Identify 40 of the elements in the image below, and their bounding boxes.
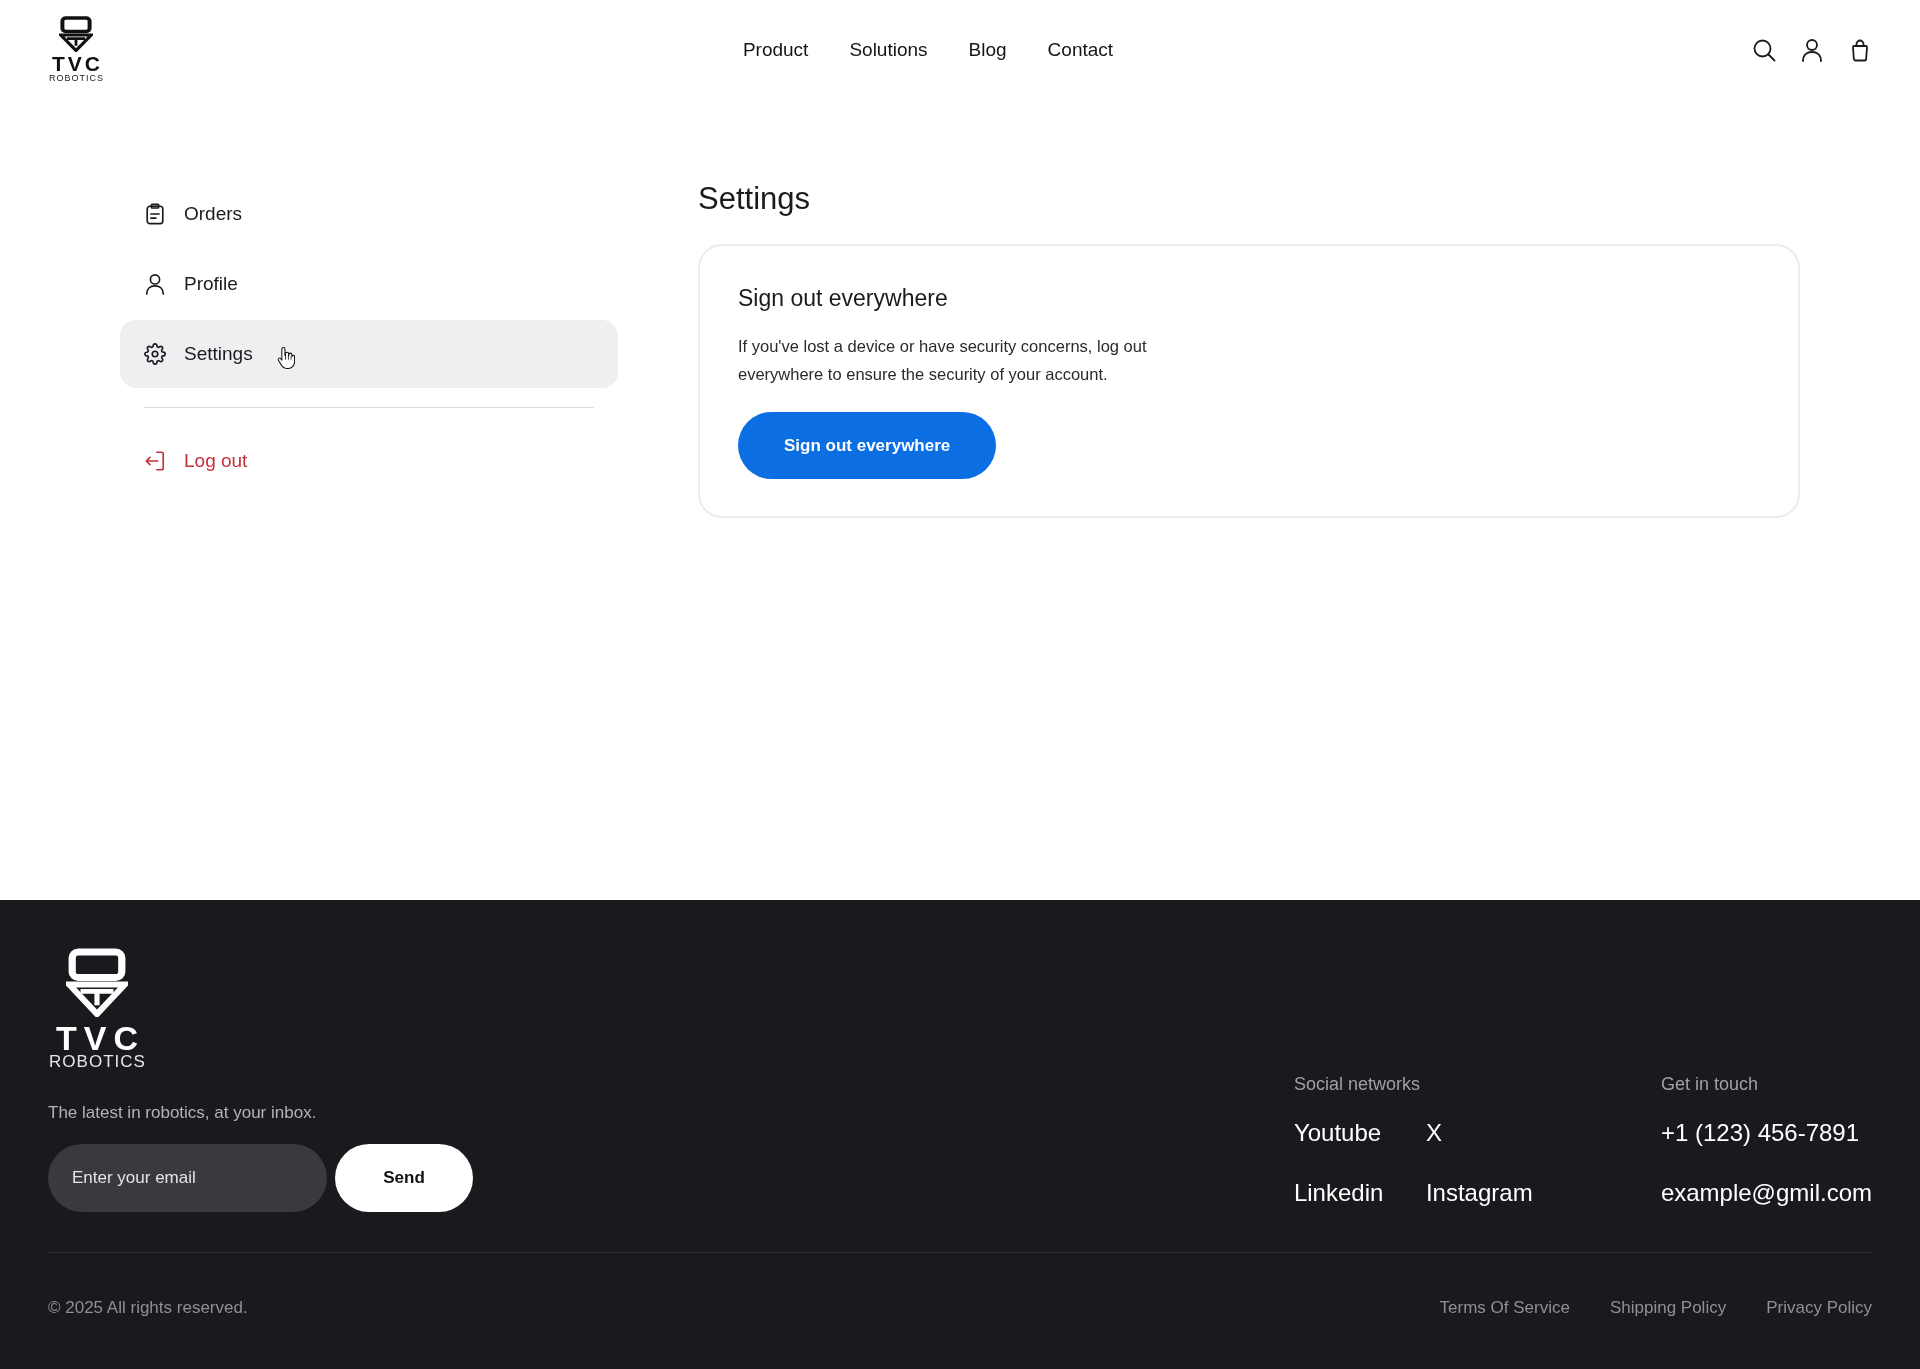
sidebar-item[interactable]: Orders	[120, 180, 618, 248]
page-title: Settings	[698, 180, 811, 217]
legal-link[interactable]: Terms Of Service	[1439, 1296, 1570, 1320]
clipboard-icon	[144, 203, 166, 225]
social-link[interactable]: Youtube	[1293, 1118, 1426, 1148]
gear-icon	[144, 343, 166, 365]
email-field[interactable]: Enter your email	[48, 1144, 327, 1212]
nav-link[interactable]: Solutions	[849, 38, 928, 62]
social-link[interactable]: Instagram	[1425, 1178, 1661, 1208]
card-title: Sign out everywhere	[738, 284, 949, 312]
copyright-text: © 2025 All rights reserved.	[48, 1297, 248, 1319]
social-link[interactable]: Linkedin	[1293, 1178, 1426, 1208]
section-heading: Social networks	[1293, 1073, 1421, 1096]
footer-tagline: The latest in robotics, at your inbox.	[48, 1102, 318, 1124]
email-link[interactable]: example@gmil.com	[1660, 1178, 1872, 1208]
logo-subtitle: ROBOTICS	[49, 1052, 146, 1071]
logout-icon	[144, 450, 166, 472]
sign-out-button[interactable]: Sign out everywhere	[738, 412, 997, 479]
section-heading: Get in touch	[1660, 1073, 1759, 1096]
card-description: If you've lost a device or have security concerns, log out everywhere to ensure the security of your account.	[738, 336, 1148, 385]
nav-link[interactable]: Product	[742, 38, 809, 62]
logo-text: TVC	[56, 1024, 145, 1052]
sidebar-item[interactable]: Profile	[120, 250, 618, 318]
phone-link[interactable]: +1 (123) 456-7891	[1660, 1118, 1872, 1148]
social-link[interactable]: X	[1425, 1118, 1661, 1148]
legal-link[interactable]: Shipping Policy	[1609, 1296, 1727, 1320]
hand-cursor-icon	[277, 346, 295, 369]
nav-link[interactable]: Blog	[968, 38, 1007, 62]
nav-link[interactable]: Contact	[1047, 38, 1114, 62]
user-icon	[144, 273, 166, 295]
sidebar-item[interactable]: Settings	[120, 320, 618, 388]
user-icon[interactable]	[1800, 38, 1824, 62]
search-icon[interactable]	[1752, 38, 1776, 62]
logout-link[interactable]: Log out	[120, 427, 618, 495]
send-button[interactable]: Send	[335, 1144, 473, 1212]
legal-link[interactable]: Privacy Policy	[1766, 1296, 1872, 1320]
logo-icon	[66, 948, 128, 1017]
logo-icon	[59, 16, 93, 52]
logo-subtitle: ROBOTICS	[49, 73, 104, 84]
logo-text: TVC	[52, 55, 103, 73]
